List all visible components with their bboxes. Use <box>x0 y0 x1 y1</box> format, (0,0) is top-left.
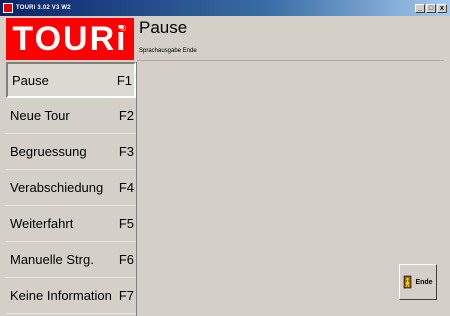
menu-item-verabschiedung[interactable]: Verabschiedung F4 <box>6 170 136 206</box>
close-button[interactable]: x <box>437 3 447 13</box>
menu-item-weiterfahrt[interactable]: Weiterfahrt F5 <box>6 206 136 242</box>
header-divider <box>137 60 444 61</box>
menu-item-label: Weiterfahrt <box>10 216 74 231</box>
menu-item-key: F4 <box>118 180 134 195</box>
app-icon <box>3 3 13 13</box>
ende-button[interactable]: Ende <box>399 264 437 300</box>
menu-item-label: Manuelle Strg. <box>10 252 94 267</box>
ende-label: Ende <box>415 278 433 286</box>
logo-text: TOURi <box>12 19 128 58</box>
status-text: Sprachausgabe Ende <box>139 48 197 54</box>
menu-item-label: Verabschiedung <box>10 180 104 195</box>
menu-item-begruessung[interactable]: Begruessung F3 <box>6 134 136 170</box>
menu-item-key: F6 <box>118 252 134 267</box>
menu-divider <box>136 62 137 316</box>
menu-item-manuelle-strg[interactable]: Manuelle Strg. F6 <box>6 242 136 278</box>
menu-item-label: Pause <box>12 72 49 88</box>
exit-door-icon <box>404 275 412 289</box>
minimize-button[interactable]: _ <box>415 3 425 13</box>
menu-item-label: Neue Tour <box>10 108 70 123</box>
registered-mark: ® <box>120 24 128 33</box>
menu-item-label: Keine Information <box>10 288 112 303</box>
menu-item-keine-information[interactable]: Keine Information F7 <box>6 278 136 314</box>
menu-item-key: F5 <box>118 216 134 231</box>
menu-item-neue-tour[interactable]: Neue Tour F2 <box>6 98 136 134</box>
title-bar: TOURi 3.02 V3 W2 _ □ x <box>0 0 450 16</box>
menu-item-key: F7 <box>118 288 134 303</box>
function-menu: Pause F1 Neue Tour F2 Begruessung F3 Ver… <box>6 62 136 314</box>
menu-item-pause[interactable]: Pause F1 <box>6 62 136 98</box>
window-controls: _ □ x <box>415 3 447 13</box>
menu-item-key: F3 <box>118 144 134 159</box>
maximize-button[interactable]: □ <box>426 3 436 13</box>
page-title: Pause <box>139 18 188 37</box>
menu-item-label: Begruessung <box>10 144 87 159</box>
window-title: TOURi 3.02 V3 W2 <box>16 5 71 11</box>
touri-logo: TOURi ® <box>6 18 134 60</box>
menu-item-key: F2 <box>118 108 134 123</box>
menu-item-key: F1 <box>116 72 132 88</box>
